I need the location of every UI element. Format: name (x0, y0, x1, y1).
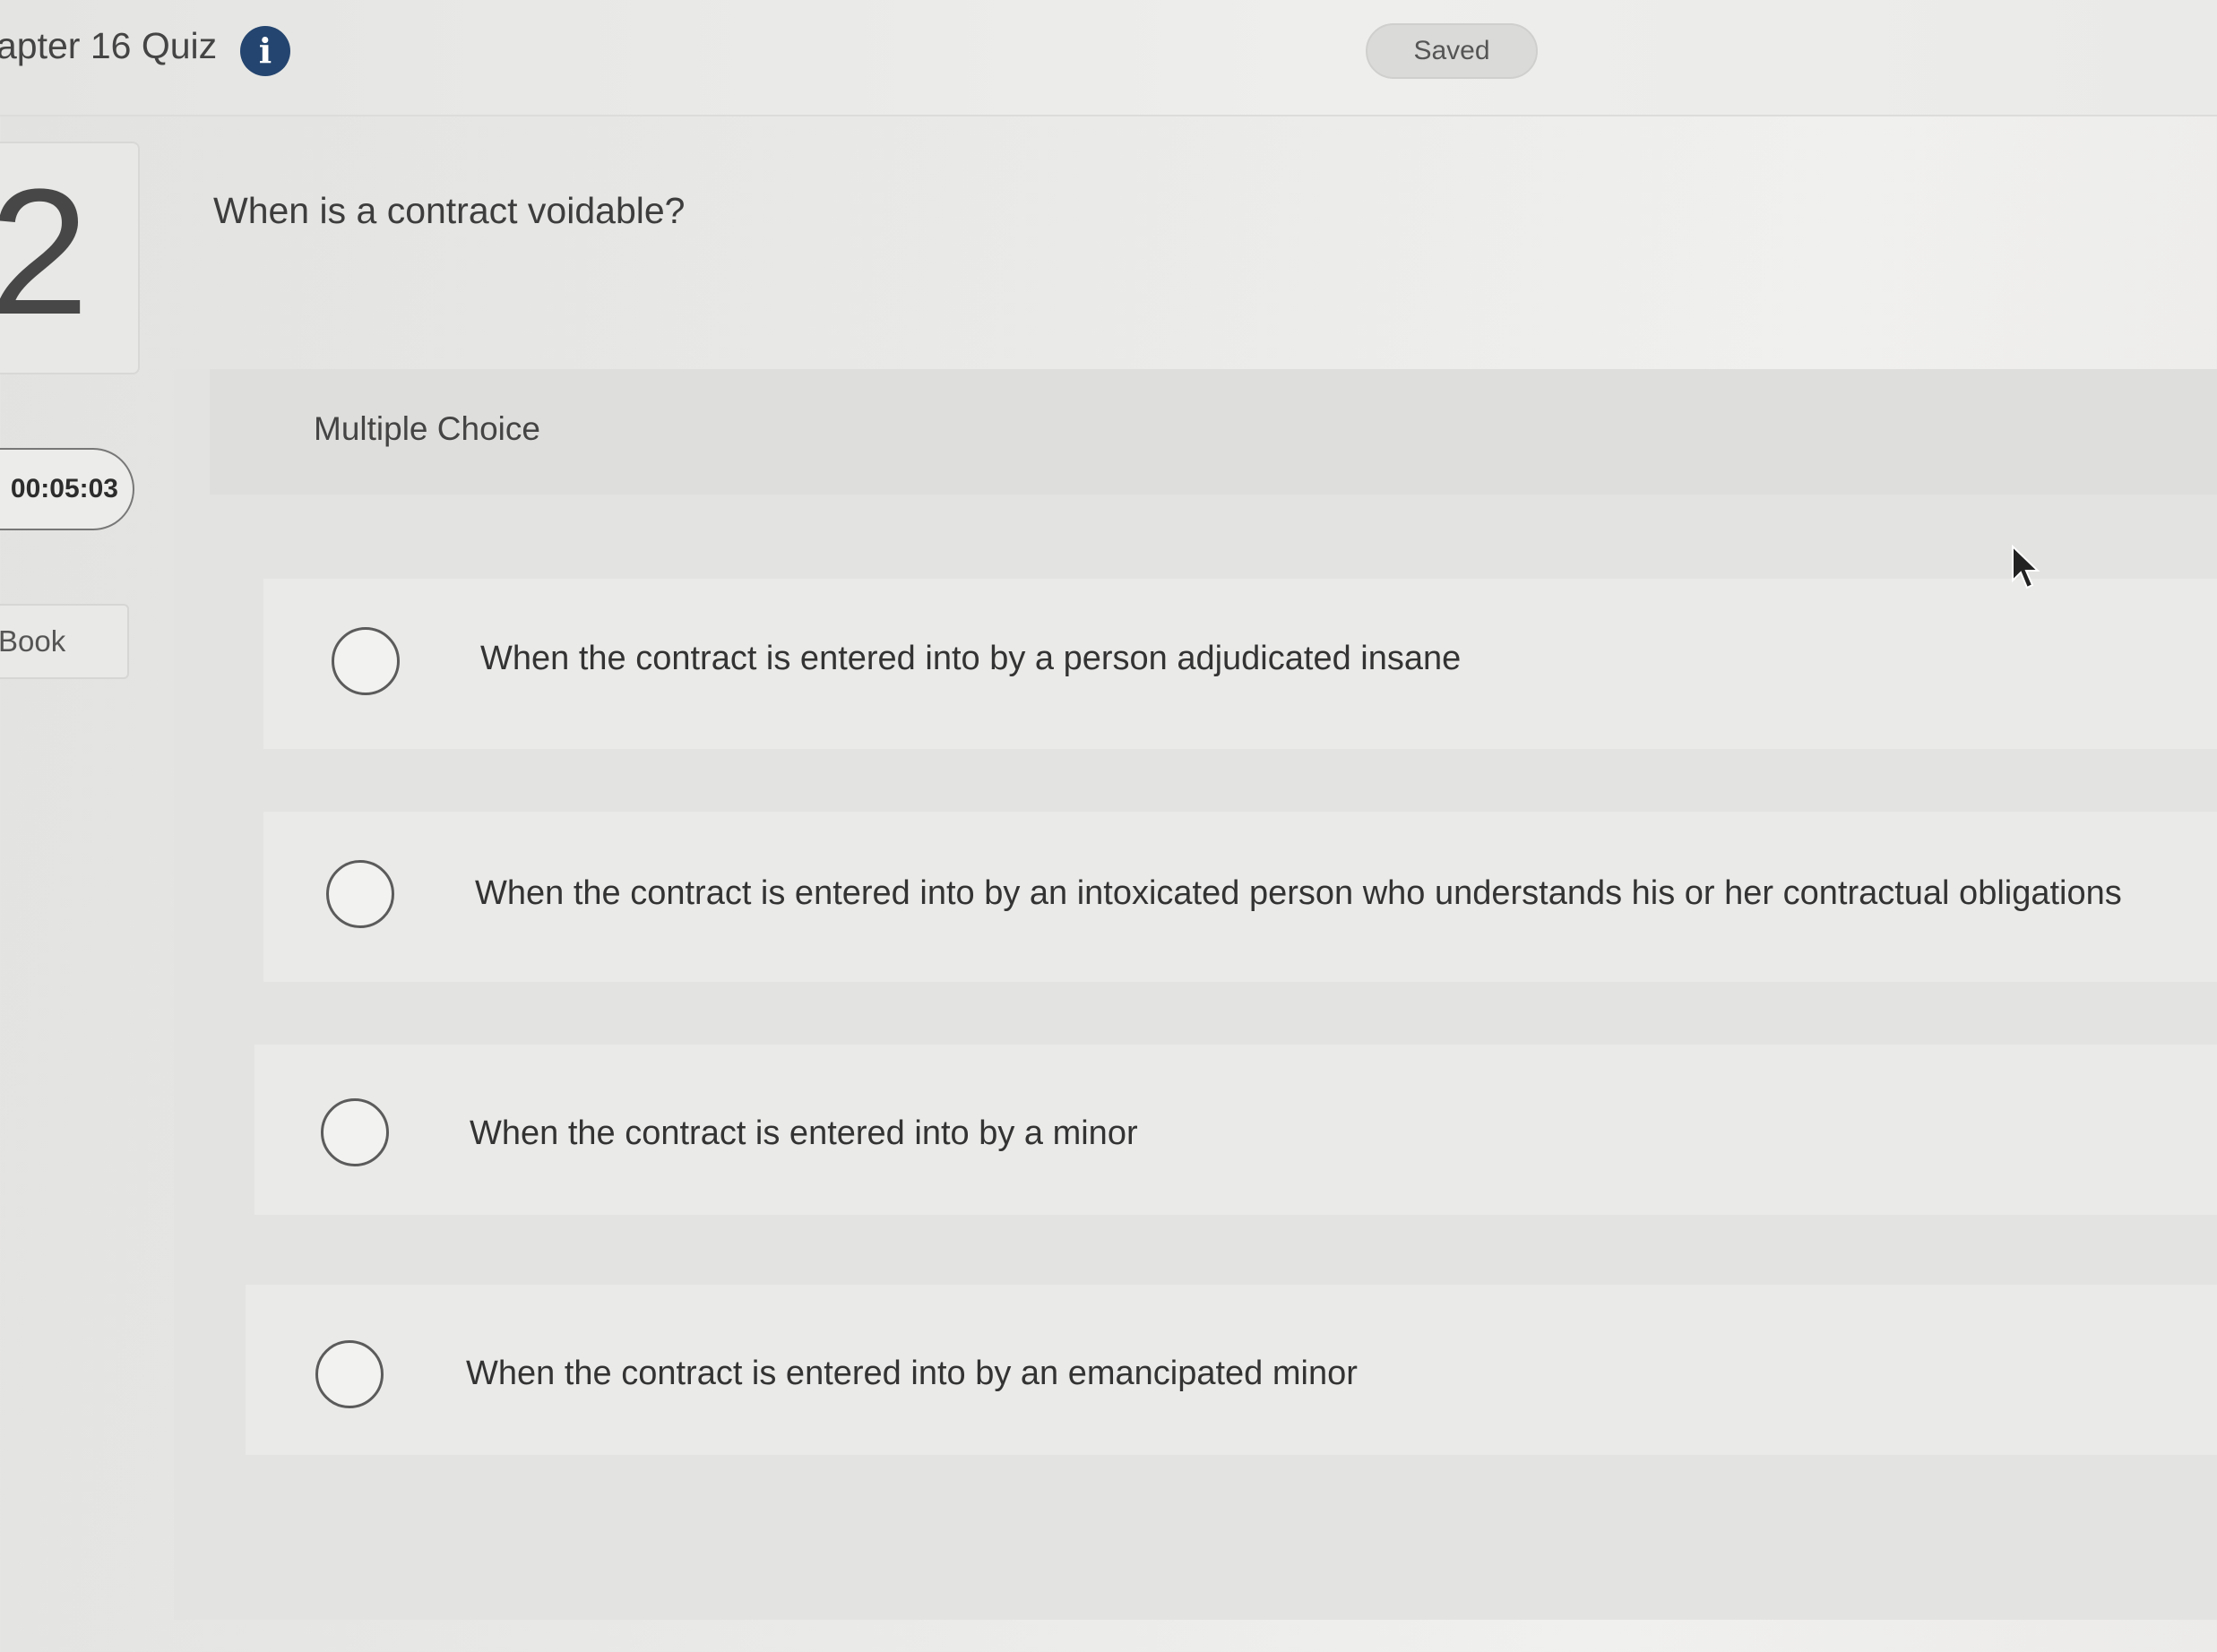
saved-status-badge: Saved (1366, 23, 1538, 79)
timer[interactable]: 00:05:03 (0, 448, 134, 530)
option-label-4[interactable]: When the contract is entered into by an … (466, 1355, 1358, 1393)
question-number: 2 (0, 152, 90, 352)
option-label-1[interactable]: When the contract is entered into by a p… (480, 640, 1461, 678)
quiz-header: apter 16 Quiz i Saved (0, 0, 2217, 116)
option-label-3[interactable]: When the contract is entered into by a m… (470, 1114, 1138, 1153)
question-prompt: When is a contract voidable? (213, 190, 686, 231)
radio-button-option-2[interactable] (326, 860, 394, 928)
radio-button-option-4[interactable] (315, 1340, 384, 1408)
radio-button-option-1[interactable] (332, 627, 400, 695)
ebook-button[interactable]: Book (0, 604, 129, 679)
question-type-label: Multiple Choice (314, 410, 540, 447)
mouse-cursor-icon (2012, 545, 2040, 589)
quiz-title: apter 16 Quiz (0, 25, 218, 66)
option-label-2[interactable]: When the contract is entered into by an … (475, 874, 2122, 913)
info-icon[interactable]: i (240, 26, 290, 76)
radio-button-option-3[interactable] (321, 1098, 389, 1166)
